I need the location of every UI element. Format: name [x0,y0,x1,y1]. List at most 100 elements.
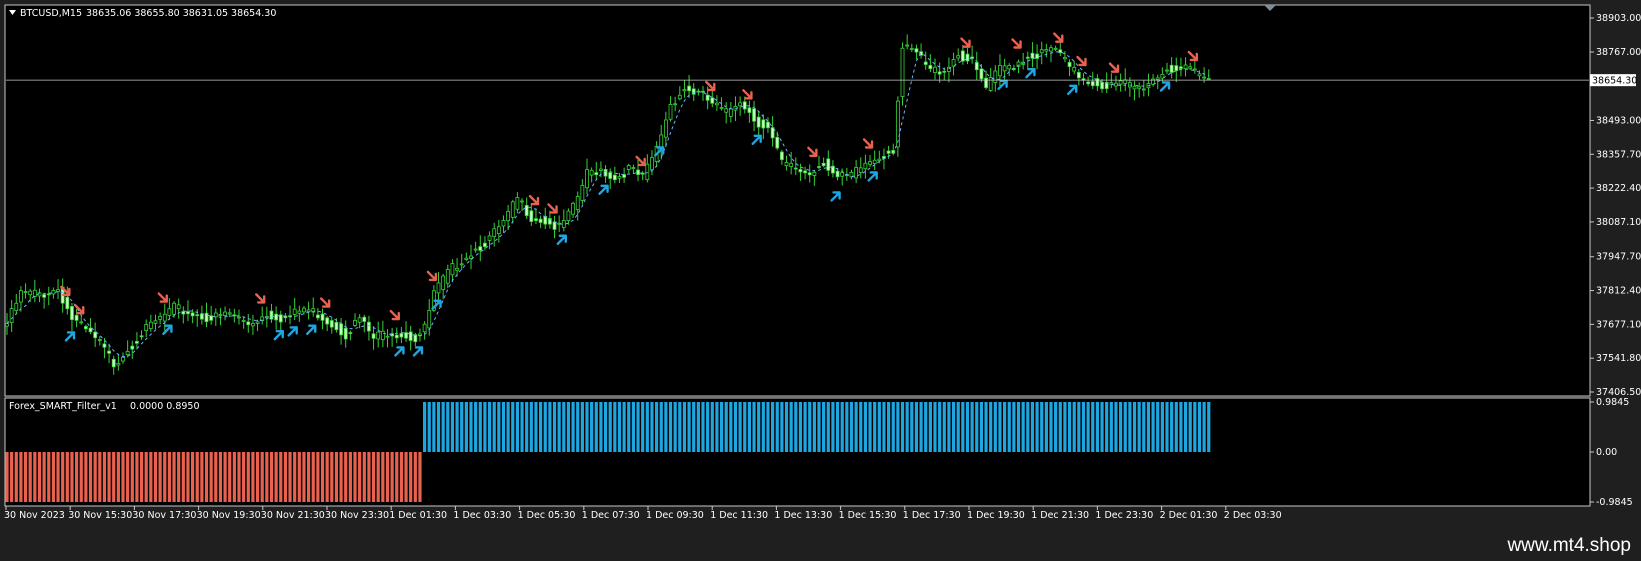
bull-candle [682,89,687,92]
bear-candle [204,312,209,323]
indicator-bar-buy [511,402,515,452]
bull-candle [571,202,575,215]
indicator-bar-buy [752,402,756,452]
indicator-bar-buy [566,402,571,452]
bear-candle [135,340,139,344]
indicator-bar-buy [608,402,612,452]
indicator-bar-buy [719,402,724,452]
indicator-bar-buy [1132,402,1137,452]
indicator-bar-sell [56,452,60,502]
indicator-bar-buy [845,402,849,452]
time-tick-label: 1 Dec 21:30 [1031,510,1089,521]
main-pane[interactable] [4,4,1591,397]
time-tick-label: 1 Dec 11:30 [710,510,768,521]
indicator-bar-buy [529,402,533,452]
bear-candle [970,56,975,59]
indicator-bar-buy [1003,402,1007,452]
indicator-bar-buy [933,402,937,452]
bull-candle [1202,76,1207,79]
indicator-bar-buy [808,402,812,452]
bull-candle [56,289,60,293]
bear-candle [826,158,831,171]
indicator-bar-buy [483,402,487,452]
indicator-bar-buy [1114,402,1118,452]
indicator-bar-sell [297,452,301,502]
indicator-bar-sell [149,452,153,502]
indicator-bar-buy [947,402,951,452]
indicator-bar-buy [506,402,510,452]
bull-candle [464,257,469,260]
indicator-bar-sell [126,452,130,502]
bear-candle [636,169,640,175]
price-tick-label: 37812.40 [1596,286,1641,297]
indicator-bar-buy [571,402,575,452]
bear-candle [1090,81,1095,87]
bear-candle [886,150,891,154]
bear-candle [603,169,608,177]
indicator-bar-sell [200,452,204,502]
indicator-bar-buy [1207,402,1211,452]
bull-candle [677,94,682,100]
indicator-bar-buy [1081,402,1086,452]
bull-candle [445,269,450,284]
indicator-bar-buy [859,402,863,452]
bear-candle [181,311,186,315]
bottom-strip [0,527,1641,561]
bull-candle [510,201,515,218]
trading-chart[interactable]: 38903.00 38767.00 38493.00 38357.70 38222.40… [0,0,1641,561]
bear-candle [70,306,74,321]
bull-candle [626,165,631,170]
time-tick-label: 30 Nov 21:30 [261,510,325,521]
indicator-bar-sell [98,452,102,502]
indicator-bar-buy [613,402,617,452]
indicator-bar-sell [195,452,199,502]
indicator-bar-buy [812,402,816,452]
indicator-bar-sell [395,452,399,502]
bear-candle [965,53,970,62]
indicator-bar-sell [246,452,250,502]
indicator-bar-buy [831,402,835,452]
indicator-bar-buy [854,402,858,452]
bear-candle [65,296,70,310]
indicator-bar-sell [158,452,162,502]
indicator-bar-buy [1109,402,1113,452]
bull-candle [353,319,357,326]
indicator-bar-buy [678,402,682,452]
indicator-bar-buy [460,402,464,452]
bull-candle [153,320,158,324]
bull-candle [738,102,743,107]
time-tick-label: 1 Dec 07:30 [582,510,640,521]
symbol-label: BTCUSD,M15 [20,8,82,19]
indicator-bar-buy [1063,402,1067,452]
bull-candle [487,235,492,241]
time-tick-label: 30 Nov 17:30 [132,510,196,521]
bull-candle [589,169,594,176]
bull-candle [673,103,678,106]
bull-candle [14,302,19,311]
indicator-bar-buy [1044,402,1048,452]
indicator-bar-buy [552,402,557,452]
indicator-bar-buy [998,402,1002,452]
bull-candle [1053,47,1058,50]
indicator-bar-buy [840,402,844,452]
indicator-bar-buy [1095,402,1099,452]
indicator-bar-sell [153,452,158,502]
indicator-bar-buy [645,402,649,452]
bear-candle [756,116,761,128]
bull-candle [1192,68,1197,71]
indicator-bar-buy [450,402,455,452]
indicator-bar-sell [353,452,357,502]
bear-candle [1086,81,1091,85]
indicator-bar-sell [371,452,376,502]
bull-candle [32,289,37,297]
indicator-bar-sell [88,452,93,502]
bull-candle [441,275,446,291]
bull-candle [715,102,719,106]
indicator-bar-buy [993,402,997,452]
indicator-bar-sell [177,452,181,502]
bull-candle [561,220,566,228]
indicator-bar-buy [655,402,659,452]
indicator-bar-buy [436,402,441,452]
indicator-bar-buy [1067,402,1072,452]
indicator-bar-buy [1016,402,1021,452]
